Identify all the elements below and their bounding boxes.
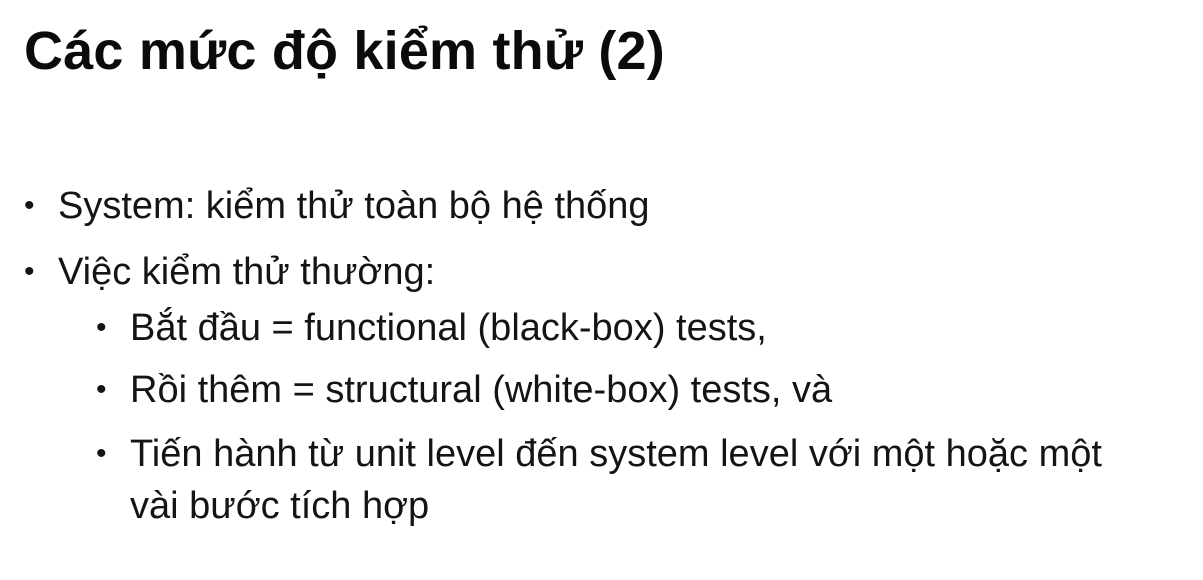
bullet-icon: • — [24, 189, 35, 222]
slide-title: Các mức độ kiểm thử (2) — [24, 21, 665, 81]
sub-bullet-text: Bắt đầu = functional (black-box) tests, — [130, 307, 767, 349]
bullet-item: • Việc kiểm thử thường: — [24, 248, 1184, 296]
bullet-text: Việc kiểm thử thường: — [58, 251, 436, 293]
bullet-item: • System: kiểm thử toàn bộ hệ thống — [24, 182, 1184, 230]
bullet-icon: • — [24, 255, 35, 288]
sub-bullet-group: • Bắt đầu = functional (black-box) tests… — [24, 304, 1184, 532]
sub-bullet-item: • Bắt đầu = functional (black-box) tests… — [96, 304, 1184, 352]
sub-bullet-item: • Tiến hành từ unit level đến system lev… — [96, 428, 1160, 532]
sub-bullet-item: • Rồi thêm = structural (white-box) test… — [96, 366, 1184, 414]
sub-bullet-icon: • — [96, 437, 107, 470]
bullet-text: System: kiểm thử toàn bộ hệ thống — [58, 185, 650, 227]
sub-bullet-text: Rồi thêm = structural (white-box) tests,… — [130, 369, 833, 411]
bullet-list: • System: kiểm thử toàn bộ hệ thống • Vi… — [24, 182, 1184, 546]
sub-bullet-text: Tiến hành từ unit level đến system level… — [130, 433, 1102, 527]
slide: Các mức độ kiểm thử (2) • System: kiểm t… — [0, 0, 1203, 580]
sub-bullet-list: • Bắt đầu = functional (black-box) tests… — [24, 304, 1184, 532]
sub-bullet-icon: • — [96, 311, 107, 344]
sub-bullet-icon: • — [96, 373, 107, 406]
